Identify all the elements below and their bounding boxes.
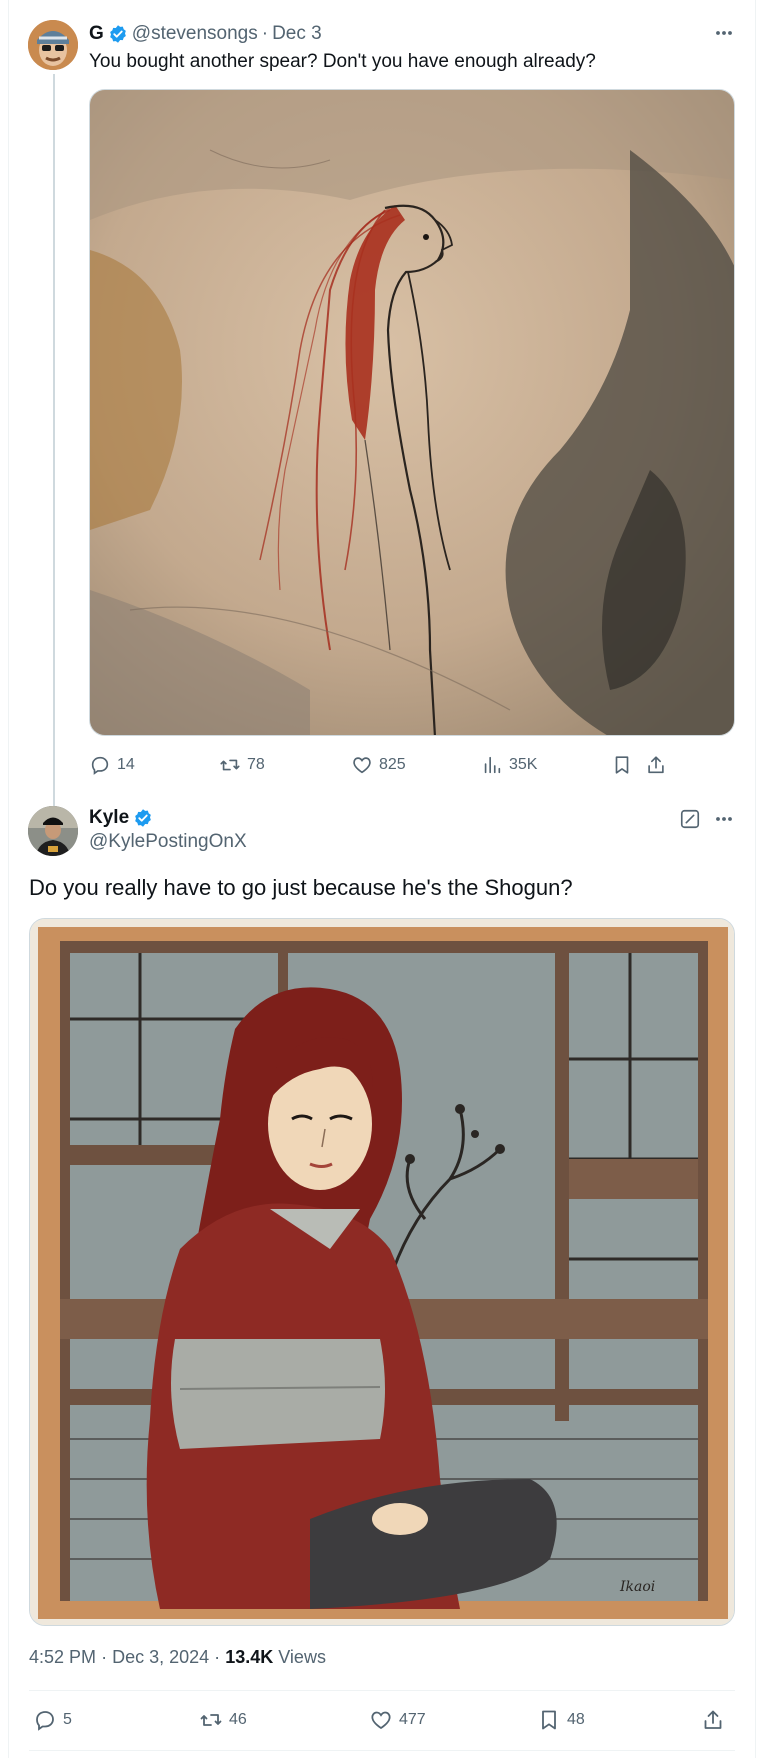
reply-count: 5 xyxy=(63,1711,72,1728)
author-handle[interactable]: @stevensongs xyxy=(132,23,258,45)
verified-badge-icon xyxy=(135,809,151,827)
avatar[interactable] xyxy=(28,806,78,856)
repost-count: 78 xyxy=(247,756,265,773)
like-button[interactable]: 825 xyxy=(351,750,406,780)
avatar-g-image xyxy=(28,20,78,70)
kimono-woman-illustration: Ikaoi xyxy=(30,919,734,1625)
separator-dot: · xyxy=(261,23,269,44)
like-button[interactable]: 477 xyxy=(369,1705,426,1735)
separator-dot: · xyxy=(101,1647,108,1667)
bookmark-button[interactable] xyxy=(611,750,639,780)
reply-count: 14 xyxy=(117,756,135,773)
tweet-date[interactable]: Dec 3 xyxy=(272,23,322,45)
tweet-media-shogun-illustration[interactable]: Ikaoi xyxy=(29,918,735,1626)
heart-icon xyxy=(353,757,371,774)
author-handle[interactable]: @KylePostingOnX xyxy=(89,831,247,853)
tweet-text: Do you really have to go just because he… xyxy=(29,875,573,900)
share-icon xyxy=(704,1710,722,1729)
bookmark-icon xyxy=(542,1710,556,1730)
tweet-date[interactable]: Dec 3, 2024 xyxy=(112,1647,209,1667)
tweet-text: You bought another spear? Don't you have… xyxy=(89,51,596,72)
reply-button[interactable]: 5 xyxy=(33,1705,72,1735)
bookmark-button[interactable]: 48 xyxy=(537,1705,585,1735)
separator-dot: · xyxy=(214,1647,221,1667)
tweet-media-cave-painting[interactable] xyxy=(89,89,735,736)
author-name[interactable]: G xyxy=(89,23,104,45)
parent-tweet-actions: 14 78 825 35K xyxy=(89,750,735,780)
author-name[interactable]: Kyle xyxy=(89,807,129,829)
artist-signature: Ikaoi xyxy=(619,1579,655,1595)
grok-icon xyxy=(680,809,700,829)
avatar-kyle-image xyxy=(28,806,78,856)
main-tweet-actions: 5 46 477 48 xyxy=(29,1705,735,1737)
divider xyxy=(29,1690,735,1691)
like-count: 825 xyxy=(379,756,406,773)
repost-button[interactable]: 46 xyxy=(199,1705,247,1735)
bookmark-icon xyxy=(615,756,629,774)
more-icon xyxy=(716,817,732,821)
thread-connector-line xyxy=(53,74,55,806)
like-count: 477 xyxy=(399,1711,426,1728)
tweet-metadata: 4:52 PM · Dec 3, 2024 · 13.4K Views xyxy=(29,1647,326,1668)
reply-icon xyxy=(36,1711,54,1731)
share-button[interactable] xyxy=(645,750,673,780)
repost-icon xyxy=(220,759,240,771)
views-label: Views xyxy=(278,1647,326,1667)
repost-count: 46 xyxy=(229,1711,247,1728)
reply-icon xyxy=(91,756,109,775)
tweet-time[interactable]: 4:52 PM xyxy=(29,1647,96,1667)
more-icon xyxy=(716,31,732,35)
share-icon xyxy=(648,756,664,774)
heart-icon xyxy=(371,1711,391,1730)
verified-badge-icon xyxy=(109,25,126,43)
views-button[interactable]: 35K xyxy=(481,750,537,780)
share-button[interactable] xyxy=(701,1705,731,1735)
views-count: 13.4K xyxy=(225,1647,274,1667)
more-options-button[interactable] xyxy=(711,20,737,46)
avatar[interactable] xyxy=(28,20,78,70)
grok-button[interactable] xyxy=(677,806,703,832)
cave-painting-image xyxy=(90,90,734,735)
main-tweet-header: Kyle xyxy=(89,806,157,830)
parent-tweet-header: G @stevensongs · Dec 3 xyxy=(89,22,322,46)
reply-button[interactable]: 14 xyxy=(89,750,135,780)
more-options-button[interactable] xyxy=(711,806,737,832)
analytics-icon xyxy=(484,756,501,774)
repost-button[interactable]: 78 xyxy=(219,750,265,780)
divider xyxy=(29,1750,735,1751)
view-count: 35K xyxy=(509,756,538,773)
bookmark-count: 48 xyxy=(567,1711,585,1728)
repost-icon xyxy=(200,1714,222,1726)
